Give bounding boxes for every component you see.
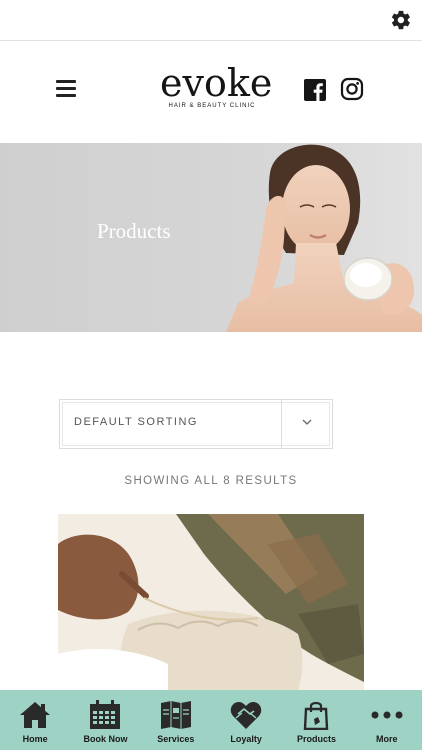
hero-model-image — [226, 144, 422, 332]
brochure-icon — [160, 701, 191, 729]
home-icon — [20, 702, 51, 728]
menu-icon[interactable] — [56, 80, 76, 98]
divider — [281, 400, 282, 448]
hero-title: Products — [97, 219, 171, 243]
site-header: evoke HAIR & BEAUTY CLINIC — [0, 41, 422, 143]
top-bar — [0, 0, 422, 41]
logo-word: evoke — [160, 61, 273, 105]
tab-loyalty[interactable]: Loyalty — [211, 690, 281, 750]
tab-products[interactable]: Products — [281, 690, 351, 750]
more-dots-icon — [371, 711, 403, 719]
product-image[interactable] — [58, 514, 364, 690]
tab-services[interactable]: Services — [141, 690, 211, 750]
tab-book-now[interactable]: Book Now — [70, 690, 140, 750]
heart-hands-icon — [230, 702, 262, 729]
hero-banner: Products — [0, 143, 422, 332]
calendar-icon — [90, 700, 121, 729]
tab-label: More — [376, 734, 398, 744]
instagram-icon[interactable] — [340, 77, 364, 101]
shopping-bag-icon — [304, 701, 329, 730]
logo[interactable]: evoke HAIR & BEAUTY CLINIC — [160, 61, 273, 109]
tab-label: Home — [22, 734, 48, 744]
tab-label: Services — [157, 734, 195, 744]
sorting-select[interactable]: DEFAULT SORTING — [59, 399, 333, 449]
tab-label: Loyalty — [230, 734, 262, 744]
tab-bar: Home Book Now Services Loyalty Products … — [0, 690, 422, 750]
tab-home[interactable]: Home — [0, 690, 70, 750]
sorting-label: DEFAULT SORTING — [74, 416, 198, 428]
results-count: SHOWING ALL 8 RESULTS — [124, 475, 298, 487]
chevron-down-icon — [302, 419, 312, 425]
logo-tagline: HAIR & BEAUTY CLINIC — [168, 103, 256, 109]
tab-label: Book Now — [83, 734, 128, 744]
gear-icon[interactable] — [390, 9, 412, 31]
tab-label: Products — [296, 734, 336, 744]
tab-more[interactable]: More — [352, 690, 422, 750]
facebook-icon[interactable] — [303, 78, 327, 102]
